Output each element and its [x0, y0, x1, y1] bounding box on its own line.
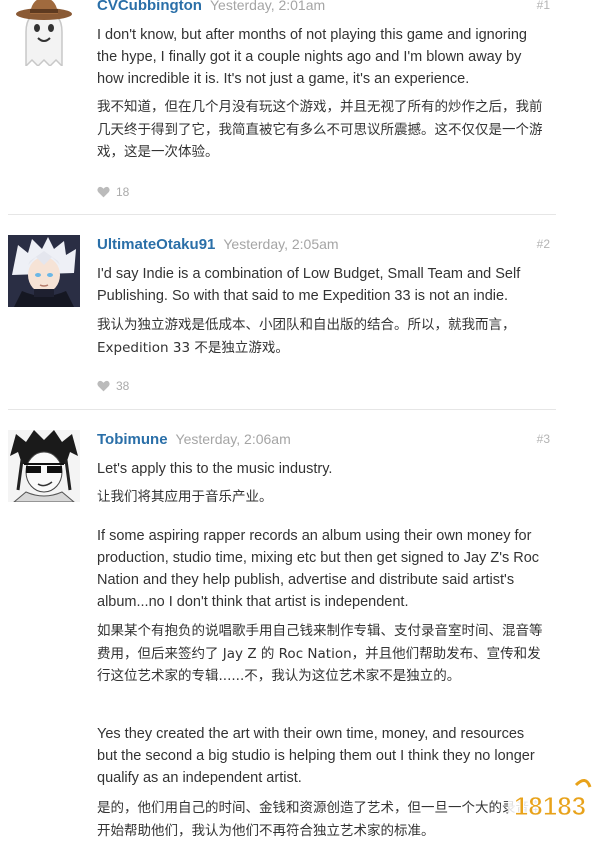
- like-count: 18: [116, 185, 130, 199]
- heart-icon: [97, 380, 110, 392]
- like-button[interactable]: 18: [97, 185, 129, 199]
- post-text-en: I'd say Indie is a combination of Low Bu…: [97, 266, 521, 304]
- post-number-link[interactable]: #2: [537, 237, 550, 251]
- like-count: 38: [116, 379, 130, 393]
- post-text-en: I don't know, but after months of not pl…: [97, 27, 527, 87]
- username-text[interactable]: CVCubbington: [97, 0, 202, 14]
- post-1: CVCubbington Yesterday, 2:01am #1 I don't…: [0, 0, 600, 215]
- username[interactable]: Tobimune Yesterday, 2:06am: [97, 431, 291, 448]
- watermark-logo-icon: 18183: [508, 779, 592, 825]
- post-text-zh: 我不知道，但在几个月没有玩这个游戏，并且无视了所有的炒作之后，我前几天终于得到了…: [97, 99, 543, 160]
- like-button[interactable]: 38: [97, 379, 129, 393]
- manga-character-icon: [8, 430, 80, 502]
- username[interactable]: CVCubbington Yesterday, 2:01am: [97, 0, 325, 14]
- post-timestamp: Yesterday, 2:05am: [223, 236, 339, 252]
- post-text-zh: 让我们将其应用于音乐产业。: [97, 489, 273, 505]
- heart-icon: [97, 186, 110, 198]
- post-timestamp: Yesterday, 2:06am: [175, 431, 291, 447]
- svg-text:18183: 18183: [514, 791, 586, 821]
- cowboy-ghost-icon: [8, 0, 80, 66]
- user-avatar[interactable]: [8, 235, 80, 307]
- user-avatar[interactable]: [8, 430, 80, 502]
- post-number-link[interactable]: #3: [537, 432, 550, 446]
- user-avatar[interactable]: [8, 0, 80, 66]
- username[interactable]: UltimateOtaku91 Yesterday, 2:05am: [97, 236, 339, 253]
- post-text-en: Let's apply this to the music industry.: [97, 461, 333, 477]
- post-text-zh: 是的，他们用自己的时间、金钱和资源创造了艺术，但一旦一个大的录音室开始帮助他们，…: [97, 800, 543, 839]
- post-text-en: Yes they created the art with their own …: [97, 726, 535, 786]
- post-2: UltimateOtaku91 Yesterday, 2:05am #2 I'd …: [0, 215, 600, 410]
- post-text-zh: 我认为独立游戏是低成本、小团队和自出版的结合。所以，就我而言，Expeditio…: [97, 317, 516, 356]
- site-watermark: 18183: [506, 773, 594, 833]
- post-number-link[interactable]: #1: [537, 0, 550, 12]
- anime-character-icon: [8, 235, 80, 307]
- post-timestamp: Yesterday, 2:01am: [209, 0, 326, 13]
- username-text[interactable]: Tobimune: [97, 431, 168, 448]
- post-text-zh: 如果某个有抱负的说唱歌手用自己钱来制作专辑、支付录音室时间、混音等费用，但后来签…: [97, 623, 543, 684]
- username-text[interactable]: UltimateOtaku91: [97, 236, 215, 253]
- post-text-en: If some aspiring rapper records an album…: [97, 528, 540, 610]
